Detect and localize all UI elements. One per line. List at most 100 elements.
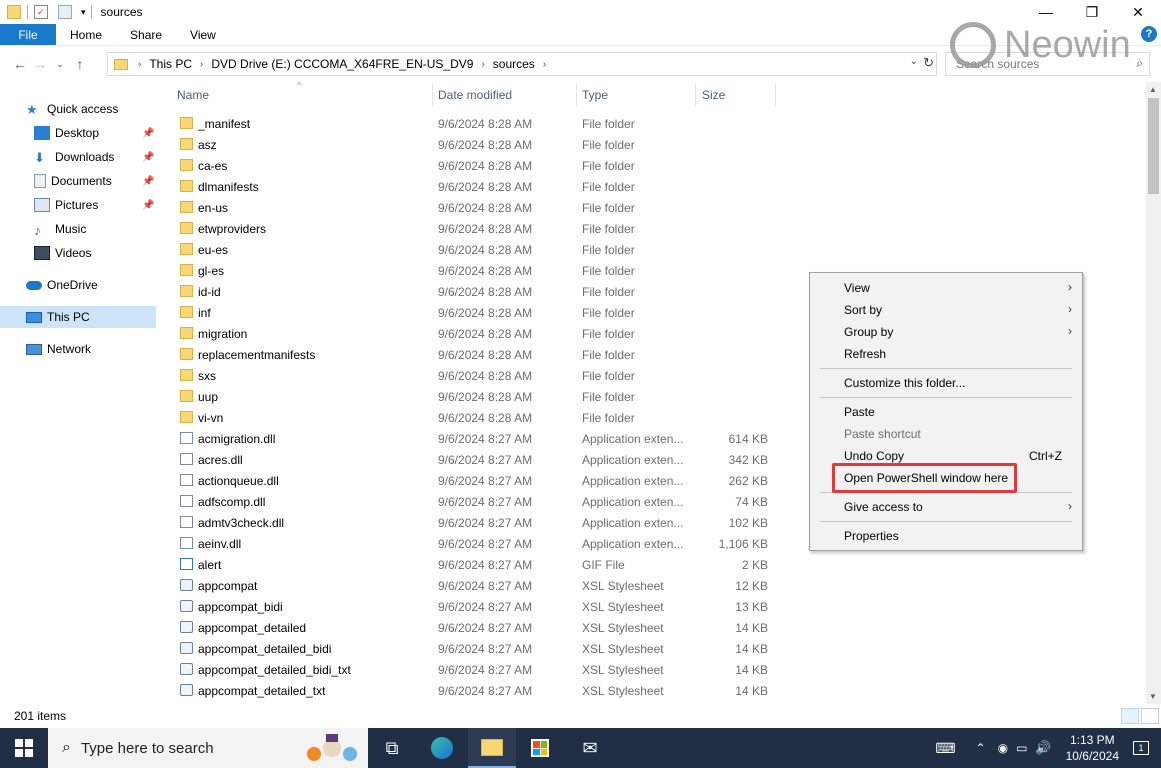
scroll-down-icon[interactable]: ▼ xyxy=(1149,692,1157,701)
keyboard-icon[interactable]: ⌨ xyxy=(935,740,955,757)
table-row[interactable]: etwproviders 9/6/2024 8:28 AM File folder xyxy=(160,218,780,239)
store-icon[interactable] xyxy=(516,728,564,768)
nav-documents[interactable]: Documents xyxy=(34,170,112,192)
pin-icon[interactable]: 📌 xyxy=(142,152,154,163)
column-date[interactable]: Date modified xyxy=(438,88,512,102)
table-row[interactable]: uup 9/6/2024 8:28 AM File folder xyxy=(160,386,780,407)
chevron-down-icon[interactable]: ⌄ xyxy=(910,56,918,67)
volume-icon[interactable]: 🔊 xyxy=(1035,740,1051,756)
table-row[interactable]: ca-es 9/6/2024 8:28 AM File folder xyxy=(160,155,780,176)
menu-item-group-by[interactable]: Group by xyxy=(844,322,1074,342)
column-type[interactable]: Type xyxy=(582,88,608,102)
column-separator[interactable] xyxy=(576,84,577,106)
network-icon[interactable]: ▭ xyxy=(1016,741,1027,755)
table-row[interactable]: appcompat_detailed_bidi 9/6/2024 8:27 AM X… xyxy=(160,638,780,659)
address-bar[interactable]: › This PC › DVD Drive (E:) CCCOMA_X64FRE… xyxy=(107,52,937,76)
file-explorer-icon[interactable] xyxy=(468,728,516,768)
table-row[interactable]: alert 9/6/2024 8:27 AM GIF File 2 KB xyxy=(160,554,780,575)
table-row[interactable]: appcompat_bidi 9/6/2024 8:27 AM XSL Styles… xyxy=(160,596,780,617)
breadcrumb-sources[interactable]: sources xyxy=(493,57,535,71)
refresh-icon[interactable]: ↻ xyxy=(923,55,934,71)
tab-home[interactable]: Home xyxy=(56,24,116,45)
scroll-up-icon[interactable]: ▲ xyxy=(1149,85,1157,94)
table-row[interactable]: sxs 9/6/2024 8:28 AM File folder xyxy=(160,365,780,386)
forward-arrow-icon[interactable]: → xyxy=(30,56,50,72)
customize-toolbar-icon[interactable]: ▾ xyxy=(81,7,86,18)
help-icon[interactable]: ? xyxy=(1141,26,1157,42)
breadcrumb-this-pc[interactable]: This PC xyxy=(149,57,192,71)
details-view-icon[interactable] xyxy=(1121,708,1139,724)
table-row[interactable]: eu-es 9/6/2024 8:28 AM File folder xyxy=(160,239,780,260)
back-arrow-icon[interactable]: ← xyxy=(10,56,30,72)
table-row[interactable]: _manifest 9/6/2024 8:28 AM File folder xyxy=(160,113,780,134)
nav-quick-access[interactable]: ★ Quick access xyxy=(26,98,118,120)
table-row[interactable]: gl-es 9/6/2024 8:28 AM File folder xyxy=(160,260,780,281)
table-row[interactable]: adfscomp.dll 9/6/2024 8:27 AM Application … xyxy=(160,491,780,512)
nav-network[interactable]: Network xyxy=(26,338,91,360)
notifications-icon[interactable]: 1 xyxy=(1133,741,1149,755)
taskbar-search-input[interactable]: Type here to search xyxy=(81,740,214,757)
table-row[interactable]: en-us 9/6/2024 8:28 AM File folder xyxy=(160,197,780,218)
nav-pictures[interactable]: Pictures xyxy=(34,194,98,216)
chevron-right-icon[interactable]: › xyxy=(138,59,141,70)
menu-item-properties[interactable]: Properties xyxy=(844,526,899,546)
menu-item-give-access[interactable]: Give access to xyxy=(844,497,1074,517)
meet-now-icon[interactable]: ◉ xyxy=(998,741,1008,755)
table-row[interactable]: migration 9/6/2024 8:28 AM File folder xyxy=(160,323,780,344)
table-row[interactable]: appcompat_detailed_txt 9/6/2024 8:27 AM XS… xyxy=(160,680,780,701)
column-size[interactable]: Size xyxy=(702,88,725,102)
maximize-button[interactable]: ❐ xyxy=(1069,0,1115,24)
table-row[interactable]: asz 9/6/2024 8:28 AM File folder xyxy=(160,134,780,155)
vertical-scrollbar[interactable]: ▲ ▼ xyxy=(1146,82,1161,704)
menu-item-view[interactable]: View xyxy=(844,278,1074,298)
table-row[interactable]: inf 9/6/2024 8:28 AM File folder xyxy=(160,302,780,323)
tab-share[interactable]: Share xyxy=(116,24,176,45)
task-view-icon[interactable]: ⧉ xyxy=(368,728,416,768)
chevron-up-icon[interactable]: ⌃ xyxy=(976,741,986,755)
chevron-right-icon[interactable]: › xyxy=(481,59,484,70)
nav-downloads[interactable]: ⬇ Downloads xyxy=(34,146,114,168)
properties-icon[interactable]: ✓ xyxy=(34,5,48,19)
menu-item-sort-by[interactable]: Sort by xyxy=(844,300,1074,320)
tab-view[interactable]: View xyxy=(176,24,230,45)
large-icons-view-icon[interactable] xyxy=(1141,708,1159,724)
table-row[interactable]: appcompat_detailed_bidi_txt 9/6/2024 8:27… xyxy=(160,659,780,680)
new-folder-icon[interactable] xyxy=(58,5,72,19)
column-separator[interactable] xyxy=(695,84,696,106)
pin-icon[interactable]: 📌 xyxy=(142,176,154,187)
recent-locations-icon[interactable]: ⌄ xyxy=(50,59,70,70)
column-name[interactable]: Name xyxy=(177,88,209,102)
menu-item-refresh[interactable]: Refresh xyxy=(844,344,886,364)
scrollbar-thumb[interactable] xyxy=(1148,98,1159,194)
table-row[interactable]: dlmanifests 9/6/2024 8:28 AM File folder xyxy=(160,176,780,197)
table-row[interactable]: acres.dll 9/6/2024 8:27 AM Application ext… xyxy=(160,449,780,470)
table-row[interactable]: replacementmanifests 9/6/2024 8:28 AM File… xyxy=(160,344,780,365)
mail-icon[interactable]: ✉ xyxy=(566,728,614,768)
edge-icon[interactable] xyxy=(418,728,466,768)
table-row[interactable]: actionqueue.dll 9/6/2024 8:27 AM Applicati… xyxy=(160,470,780,491)
start-button[interactable] xyxy=(0,728,48,768)
minimize-button[interactable]: — xyxy=(1023,0,1069,24)
table-row[interactable]: acmigration.dll 9/6/2024 8:27 AM Applicati… xyxy=(160,428,780,449)
breadcrumb-dvd-drive[interactable]: DVD Drive (E:) CCCOMA_X64FRE_EN-US_DV9 xyxy=(211,57,473,71)
taskbar-search[interactable]: ⌕ Type here to search xyxy=(48,728,368,768)
close-button[interactable]: ✕ xyxy=(1115,0,1161,24)
table-row[interactable]: admtv3check.dll 9/6/2024 8:27 AM Applicati… xyxy=(160,512,780,533)
up-arrow-icon[interactable]: ↑ xyxy=(70,56,90,72)
table-row[interactable]: aeinv.dll 9/6/2024 8:27 AM Application ext… xyxy=(160,533,780,554)
nav-music[interactable]: ♪ Music xyxy=(34,218,86,240)
chevron-right-icon[interactable]: › xyxy=(543,59,546,70)
clock[interactable]: 1:13 PM 10/6/2024 xyxy=(1066,732,1119,764)
table-row[interactable]: vi-vn 9/6/2024 8:28 AM File folder xyxy=(160,407,780,428)
table-row[interactable]: appcompat_detailed 9/6/2024 8:27 AM XSL St… xyxy=(160,617,780,638)
chevron-right-icon[interactable]: › xyxy=(200,59,203,70)
pin-icon[interactable]: 📌 xyxy=(142,128,154,139)
nav-desktop[interactable]: Desktop xyxy=(34,122,99,144)
table-row[interactable]: appcompat 9/6/2024 8:27 AM XSL Stylesheet 1… xyxy=(160,575,780,596)
menu-item-customize-folder[interactable]: Customize this folder... xyxy=(844,373,965,393)
table-row[interactable]: id-id 9/6/2024 8:28 AM File folder xyxy=(160,281,780,302)
pin-icon[interactable]: 📌 xyxy=(142,200,154,211)
nav-videos[interactable]: Videos xyxy=(34,242,91,264)
column-separator[interactable] xyxy=(775,84,776,106)
tab-file[interactable]: File xyxy=(0,24,56,45)
